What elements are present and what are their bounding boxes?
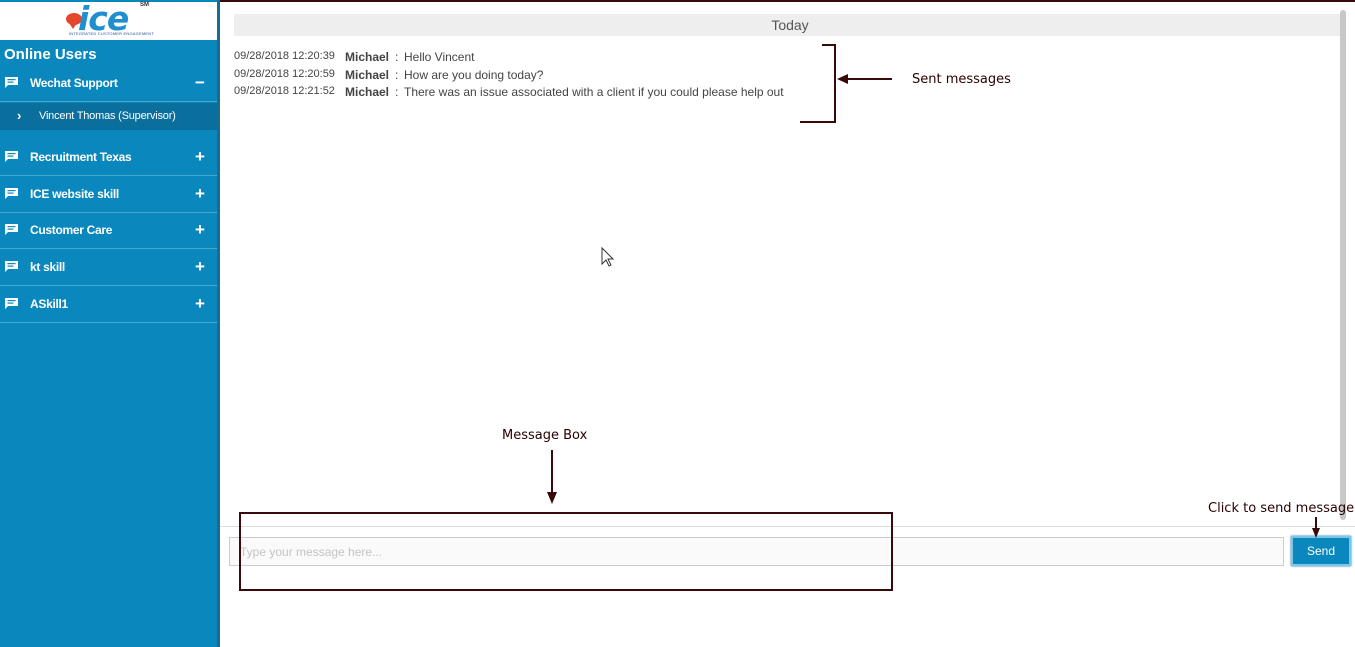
expand-icon[interactable]: +	[195, 294, 205, 314]
chat-icon	[5, 224, 18, 235]
message-sender: Michael	[345, 50, 390, 64]
message-text: How are you doing today?	[404, 68, 544, 82]
logo-area: ice SM INTEGRATED CUSTOMER ENGAGEMENT	[0, 0, 217, 40]
annotation-sent-messages: Sent messages	[912, 72, 1011, 87]
annotation-click-to-send: Click to send message	[1208, 501, 1355, 516]
expand-icon[interactable]: +	[195, 257, 205, 277]
sidebar-user-vincent-thomas[interactable]: › Vincent Thomas (Supervisor)	[0, 103, 217, 130]
sidebar-group-recruitment-texas[interactable]: Recruitment Texas +	[0, 141, 217, 176]
chat-icon	[5, 261, 18, 272]
sent-messages-bracket	[800, 44, 836, 123]
message-text: Hello Vincent	[404, 50, 475, 64]
message-separator: :	[395, 68, 399, 82]
arrowhead-down-icon	[547, 492, 557, 504]
sidebar-group-label: Wechat Support	[30, 76, 118, 90]
expand-icon[interactable]: +	[195, 220, 205, 240]
chevron-right-icon: ›	[17, 108, 22, 123]
sidebar-group-ice-website-skill[interactable]: ICE website skill +	[0, 178, 217, 213]
date-header: Today	[234, 14, 1346, 36]
message-timestamp: 09/28/2018 12:20:39	[234, 50, 335, 62]
mouse-cursor-icon	[601, 246, 615, 267]
message-sender: Michael	[345, 68, 390, 82]
message-timestamp: 09/28/2018 12:21:52	[234, 85, 335, 97]
sidebar-group-label: ICE website skill	[30, 187, 119, 201]
message-separator: :	[395, 50, 399, 64]
sidebar-group-label: Customer Care	[30, 223, 113, 237]
sidebar-group-label: kt skill	[30, 260, 65, 274]
sidebar-group-kt-skill[interactable]: kt skill +	[0, 251, 217, 286]
sidebar: ice SM INTEGRATED CUSTOMER ENGAGEMENT On…	[0, 0, 217, 647]
message-separator: :	[395, 85, 399, 99]
arrowhead-left-icon	[837, 74, 848, 84]
expand-icon[interactable]: +	[195, 184, 205, 204]
message-timestamp: 09/28/2018 12:20:59	[234, 68, 335, 80]
sidebar-group-label: Recruitment Texas	[30, 150, 132, 164]
sidebar-group-label: ASkill1	[30, 297, 68, 311]
online-users-title: Online Users	[4, 46, 97, 63]
sidebar-divider	[217, 0, 220, 647]
sidebar-group-askill1[interactable]: ASkill1 +	[0, 288, 217, 323]
sidebar-group-customer-care[interactable]: Customer Care +	[0, 214, 217, 249]
expand-icon[interactable]: +	[195, 147, 205, 167]
sidebar-user-label: Vincent Thomas (Supervisor)	[39, 110, 176, 122]
message-box-highlight	[239, 512, 893, 591]
logo-tagline: INTEGRATED CUSTOMER ENGAGEMENT	[69, 31, 154, 36]
ice-logo: ice SM INTEGRATED CUSTOMER ENGAGEMENT	[64, 0, 154, 38]
collapse-icon[interactable]: −	[195, 73, 205, 93]
annotation-message-box: Message Box	[502, 428, 588, 443]
send-button[interactable]: Send	[1291, 536, 1351, 566]
message-sender: Michael	[345, 85, 390, 99]
chat-icon	[5, 151, 18, 162]
sidebar-group-wechat-support[interactable]: Wechat Support −	[0, 67, 217, 102]
logo-sm-mark: SM	[140, 2, 149, 8]
chat-icon	[5, 298, 18, 309]
chat-icon	[5, 188, 18, 199]
chat-icon	[5, 77, 18, 88]
chat-scrollbar[interactable]	[1340, 10, 1346, 520]
message-text: There was an issue associated with a cli…	[404, 85, 784, 99]
